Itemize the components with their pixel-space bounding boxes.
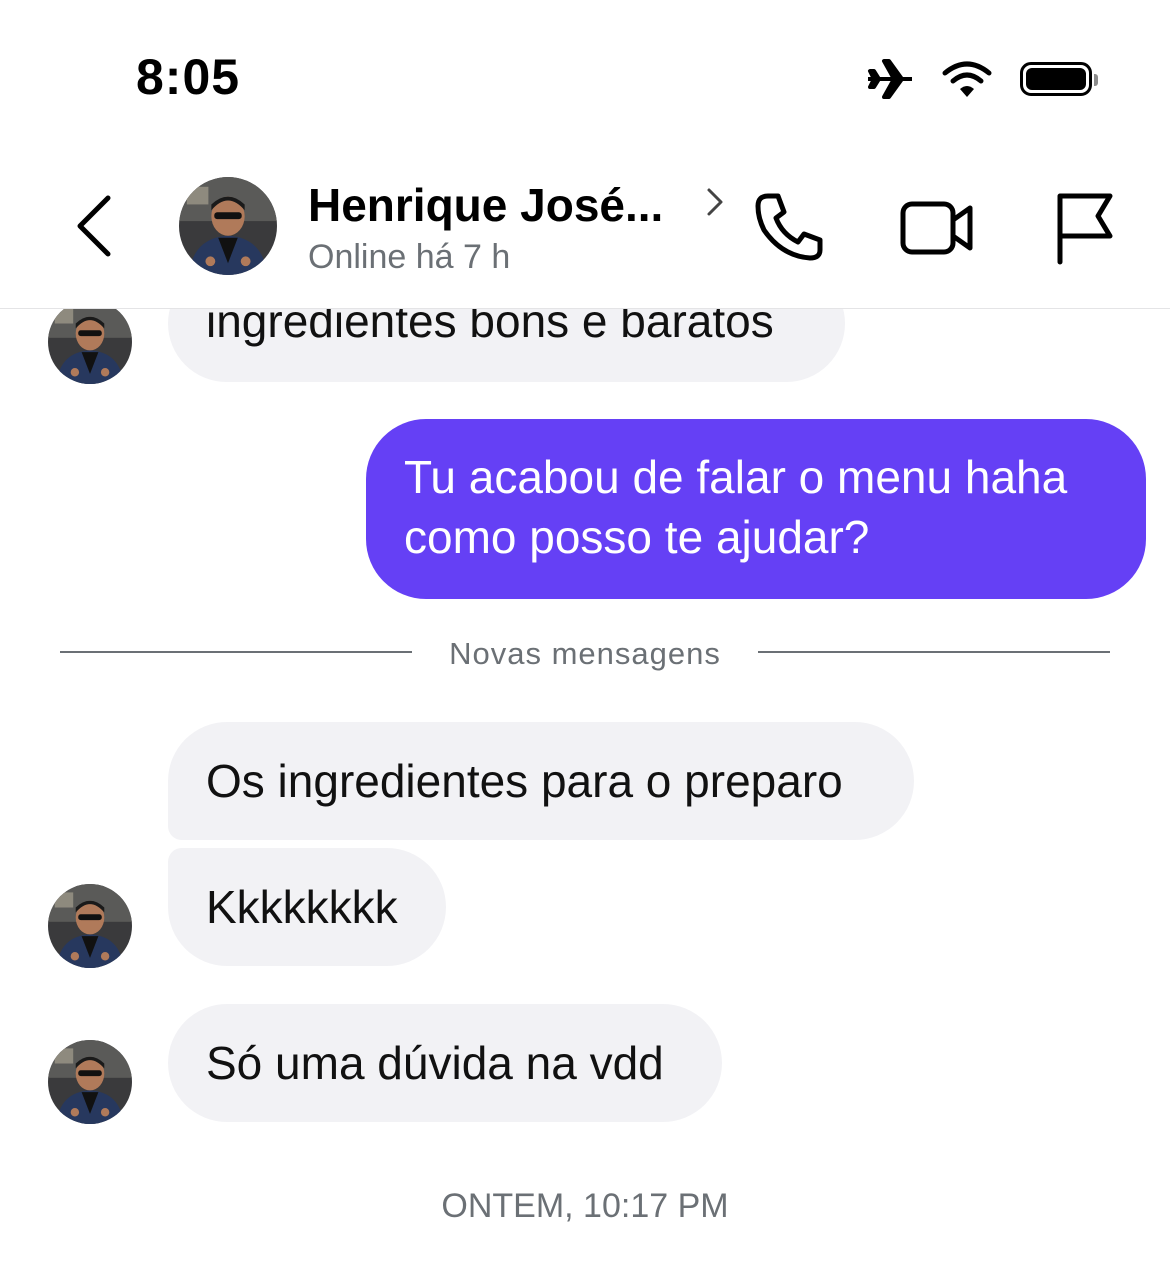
contact-name[interactable]: Henrique José... — [308, 178, 663, 232]
divider-label: Novas mensagens — [449, 636, 721, 671]
message-text: Tu acabou de falar o menu haha como poss… — [404, 451, 1068, 563]
avatar[interactable] — [48, 300, 132, 384]
back-button[interactable] — [66, 190, 126, 262]
flag-icon[interactable] — [1046, 186, 1128, 268]
chat-header: Henrique José... Online há 7 h — [0, 150, 1170, 309]
message-bubble-incoming[interactable]: Kkkkkkkk — [168, 848, 446, 966]
avatar[interactable] — [48, 1040, 132, 1124]
message-text: Kkkkkkkk — [206, 881, 398, 933]
message-text: Os ingredientes para o preparo — [206, 755, 843, 807]
timestamp: ONTEM, 10:17 PM — [441, 1187, 729, 1225]
avatar[interactable] — [48, 884, 132, 968]
chevron-right-icon[interactable] — [702, 184, 728, 220]
status-icons — [866, 54, 1098, 104]
airplane-icon — [868, 59, 912, 99]
message-bubble-incoming[interactable]: Só uma dúvida na vdd — [168, 1004, 722, 1122]
message-text: Só uma dúvida na vdd — [206, 1037, 664, 1089]
message-bubble-outgoing[interactable]: Tu acabou de falar o menu haha como poss… — [366, 419, 1146, 599]
video-camera-icon[interactable] — [896, 186, 978, 268]
phone-icon[interactable] — [748, 186, 830, 268]
battery-icon — [1020, 62, 1098, 96]
wifi-icon — [942, 61, 992, 97]
avatar[interactable] — [179, 177, 277, 275]
status-time: 8:05 — [136, 49, 241, 105]
new-messages-divider: Novas mensagens — [60, 636, 1110, 671]
presence-status: Online há 7 h — [308, 238, 511, 276]
message-bubble-incoming[interactable]: Os ingredientes para o preparo — [168, 722, 914, 840]
